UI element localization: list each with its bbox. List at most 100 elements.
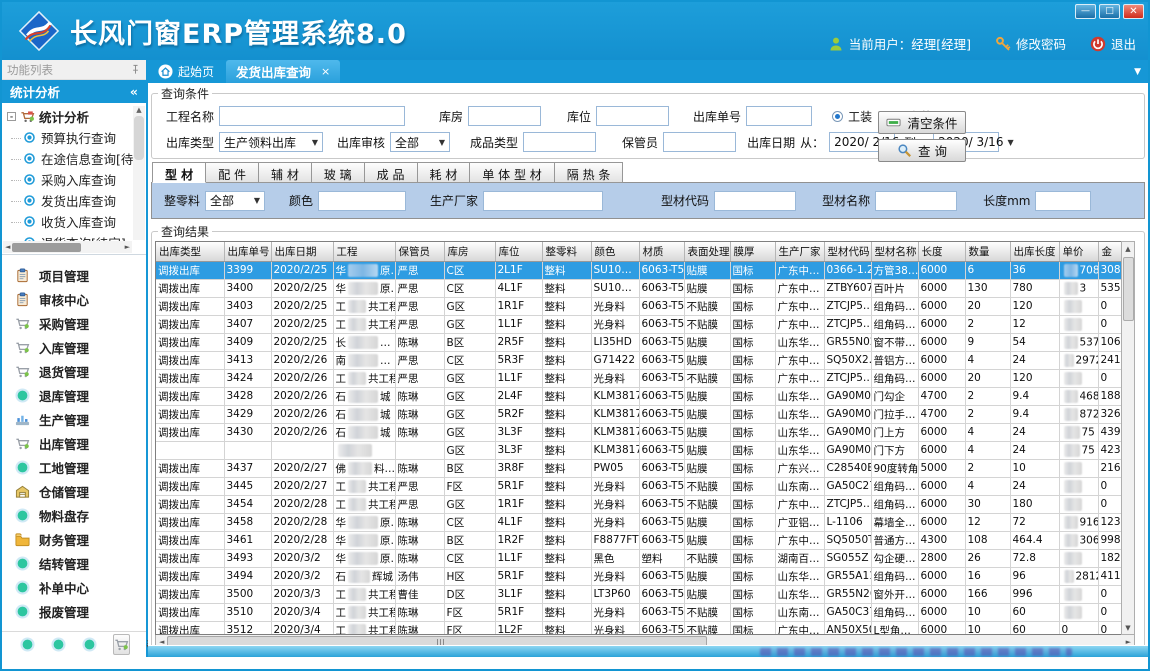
table-row[interactable]: 调拨出库35102020/3/4工共工程陈琳F区5R1F整料光身料6063-T5… bbox=[156, 603, 1121, 621]
column-header[interactable]: 颜色 bbox=[591, 242, 639, 261]
length-input[interactable] bbox=[1035, 191, 1091, 211]
keeper-input[interactable] bbox=[663, 132, 736, 152]
tree-item[interactable]: 收货入库查询 bbox=[2, 211, 146, 232]
horizontal-scroll-thumb[interactable] bbox=[167, 636, 707, 645]
table-row[interactable]: 调拨出库34932020/3/2华原…陈琳C区1L1F整料黑色塑料不贴膜国标湖南… bbox=[156, 549, 1121, 567]
whole-piece-select[interactable]: 全部▼ bbox=[205, 191, 265, 211]
module-circle-icon[interactable] bbox=[20, 637, 35, 652]
product-type-input[interactable] bbox=[523, 132, 596, 152]
order-no-input[interactable] bbox=[746, 106, 812, 126]
table-row[interactable]: 调拨出库34292020/2/26石城陈琳G区5R2F整料KLM38176063… bbox=[156, 405, 1121, 423]
sidebar-menu-item[interactable]: 入库管理 bbox=[2, 335, 146, 359]
outbound-type-select[interactable]: 生产领料出库▼ bbox=[219, 132, 323, 152]
material-tab[interactable]: 耗 材 bbox=[418, 162, 471, 183]
scroll-down-icon[interactable]: ▼ bbox=[1125, 621, 1130, 634]
table-row[interactable]: 调拨出库34282020/2/26石城陈琳G区2L4F整料KLM38176063… bbox=[156, 387, 1121, 405]
radio-work-clothes[interactable]: 工装 bbox=[832, 108, 872, 125]
table-row[interactable]: 调拨出库35002020/3/3工共工程曹佳D区3L1F整料LT3P606063… bbox=[156, 585, 1121, 603]
table-row[interactable]: 调拨出库34452020/2/27工共工程严思F区5R1F整料光身料6063-T… bbox=[156, 477, 1121, 495]
sidebar-menu-item[interactable]: 出库管理 bbox=[2, 431, 146, 455]
project-name-input[interactable] bbox=[219, 106, 405, 126]
material-tab[interactable]: 型 材 bbox=[152, 162, 206, 183]
table-row[interactable]: 调拨出库33992020/2/25华原…严思C区2L1F整料SU10…6063-… bbox=[156, 261, 1121, 279]
column-header[interactable]: 生产厂家 bbox=[775, 242, 824, 261]
tree-horizontal-scrollbar[interactable]: ◄► bbox=[3, 241, 132, 253]
warehouse-input[interactable] bbox=[468, 106, 541, 126]
clear-conditions-button[interactable]: 清空条件 bbox=[878, 111, 966, 134]
sidebar-menu-item[interactable]: 工地管理 bbox=[2, 455, 146, 479]
column-header[interactable]: 整零料 bbox=[542, 242, 591, 261]
tree-item[interactable]: 采购入库查询 bbox=[2, 169, 146, 190]
vertical-scroll-thumb[interactable] bbox=[1123, 257, 1134, 321]
sidebar-menu-item[interactable]: 物料盘存 bbox=[2, 503, 146, 527]
table-row[interactable]: 调拨出库34372020/2/27佛料…陈琳B区3R8F整料PW056063-T… bbox=[156, 459, 1121, 477]
manufacturer-input[interactable] bbox=[483, 191, 603, 211]
column-header[interactable]: 出库日期 bbox=[271, 242, 333, 261]
pin-icon[interactable] bbox=[130, 64, 141, 75]
table-row[interactable]: 调拨出库35122020/3/4工共工程陈琳F区1L2F整料光身料6063-T5… bbox=[156, 621, 1121, 635]
module-circle-icon[interactable] bbox=[51, 637, 66, 652]
column-header[interactable]: 保管员 bbox=[395, 242, 444, 261]
column-header[interactable]: 金 bbox=[1098, 242, 1121, 261]
sidebar-menu-item[interactable]: 项目管理 bbox=[2, 263, 146, 287]
table-row[interactable]: 调拨出库34242020/2/26工共工程严思G区1L1F整料光身料6063-T… bbox=[156, 369, 1121, 387]
logout-link[interactable]: 退出 bbox=[1111, 34, 1136, 53]
table-row[interactable]: 调拨出库34132020/2/26南…严思C区5R3F整料G714226063-… bbox=[156, 351, 1121, 369]
sidebar-menu-item[interactable]: 生产管理 bbox=[2, 407, 146, 431]
module-circle-icon[interactable] bbox=[82, 637, 97, 652]
profile-code-input[interactable] bbox=[714, 191, 796, 211]
tree-item[interactable]: 发货出库查询 bbox=[2, 190, 146, 211]
column-header[interactable]: 单价 bbox=[1059, 242, 1098, 261]
tree-item[interactable]: 在途信息查询[待 bbox=[2, 148, 146, 169]
column-header[interactable]: 材质 bbox=[639, 242, 684, 261]
search-button[interactable]: 查 询 bbox=[878, 139, 966, 162]
column-header[interactable]: 型材名称 bbox=[871, 242, 918, 261]
tree-vertical-scrollbar[interactable]: ▲ bbox=[133, 106, 145, 240]
table-row[interactable]: 调拨出库34542020/2/28工共工程严思G区1R1F整料光身料6063-T… bbox=[156, 495, 1121, 513]
table-row[interactable]: 调拨出库34032020/2/25工共工程严思G区1R1F整料光身料6063-T… bbox=[156, 297, 1121, 315]
material-tab[interactable]: 隔 热 条 bbox=[555, 162, 624, 183]
tab-shipping-outbound-query[interactable]: 发货出库查询 × bbox=[226, 60, 340, 83]
table-row[interactable]: 调拨出库34092020/2/25长…陈琳B区2R5F整料LI35HD6063-… bbox=[156, 333, 1121, 351]
sidebar-menu-item[interactable]: 结转管理 bbox=[2, 551, 146, 575]
sidebar-menu-item[interactable]: 审核中心 bbox=[2, 287, 146, 311]
audit-select[interactable]: 全部▼ bbox=[390, 132, 450, 152]
grid-vertical-scrollbar[interactable]: ▲ ▼ bbox=[1121, 241, 1135, 635]
scroll-left-icon[interactable]: ◄ bbox=[159, 638, 164, 645]
tab-home[interactable]: 起始页 bbox=[152, 63, 226, 80]
sidebar-menu-item[interactable]: 退货管理 bbox=[2, 359, 146, 383]
table-row[interactable]: G区3L3F整料KLM38176063-T5贴膜国标山东华…GA90M09…门下… bbox=[156, 441, 1121, 459]
color-input[interactable] bbox=[318, 191, 406, 211]
column-header[interactable]: 型材代码 bbox=[824, 242, 871, 261]
close-button[interactable]: ✕ bbox=[1123, 4, 1144, 19]
column-header[interactable]: 数量 bbox=[965, 242, 1010, 261]
table-row[interactable]: 调拨出库34612020/2/28华原…陈琳B区1R2F整料F8877FT606… bbox=[156, 531, 1121, 549]
material-tab[interactable]: 辅 材 bbox=[259, 162, 312, 183]
minimize-button[interactable]: — bbox=[1075, 4, 1096, 19]
tab-close-icon[interactable]: × bbox=[321, 65, 330, 78]
column-header[interactable]: 出库类型 bbox=[156, 242, 224, 261]
sidebar-menu-item[interactable]: 采购管理 bbox=[2, 311, 146, 335]
column-header[interactable]: 膜厚 bbox=[730, 242, 775, 261]
location-input[interactable] bbox=[596, 106, 669, 126]
tab-list-dropdown-icon[interactable]: ▼ bbox=[1134, 67, 1141, 77]
profile-name-input[interactable] bbox=[875, 191, 957, 211]
table-row[interactable]: 调拨出库34002020/2/25华原…严思C区4L1F整料SU10…6063-… bbox=[156, 279, 1121, 297]
table-row[interactable]: 调拨出库34302020/2/26石城陈琳G区3L3F整料KLM38176063… bbox=[156, 423, 1121, 441]
material-tab[interactable]: 成 品 bbox=[365, 162, 418, 183]
column-header[interactable]: 出库长度 bbox=[1010, 242, 1059, 261]
column-header[interactable]: 库房 bbox=[444, 242, 495, 261]
tree-root-statistics[interactable]: - 统计分析 bbox=[2, 106, 146, 127]
grid-horizontal-scrollbar[interactable]: ◄ ► bbox=[155, 635, 1135, 645]
table-row[interactable]: 调拨出库34942020/3/2石辉城汤伟H区5R1F整料光身料6063-T5贴… bbox=[156, 567, 1121, 585]
change-password-link[interactable]: 修改密码 bbox=[1016, 34, 1066, 53]
tree-expander-icon[interactable]: - bbox=[7, 112, 16, 121]
material-tab[interactable]: 配 件 bbox=[206, 162, 259, 183]
scroll-right-icon[interactable]: ► bbox=[1126, 638, 1131, 645]
module-cart-button[interactable] bbox=[113, 634, 130, 655]
tree-item[interactable]: 预算执行查询 bbox=[2, 127, 146, 148]
sidebar-section-statistics[interactable]: 统计分析 « bbox=[2, 80, 146, 103]
sidebar-menu-item[interactable]: 退库管理 bbox=[2, 383, 146, 407]
sidebar-menu-item[interactable]: 补单中心 bbox=[2, 575, 146, 599]
tree-item[interactable]: 退库管理[待定] bbox=[2, 253, 146, 255]
